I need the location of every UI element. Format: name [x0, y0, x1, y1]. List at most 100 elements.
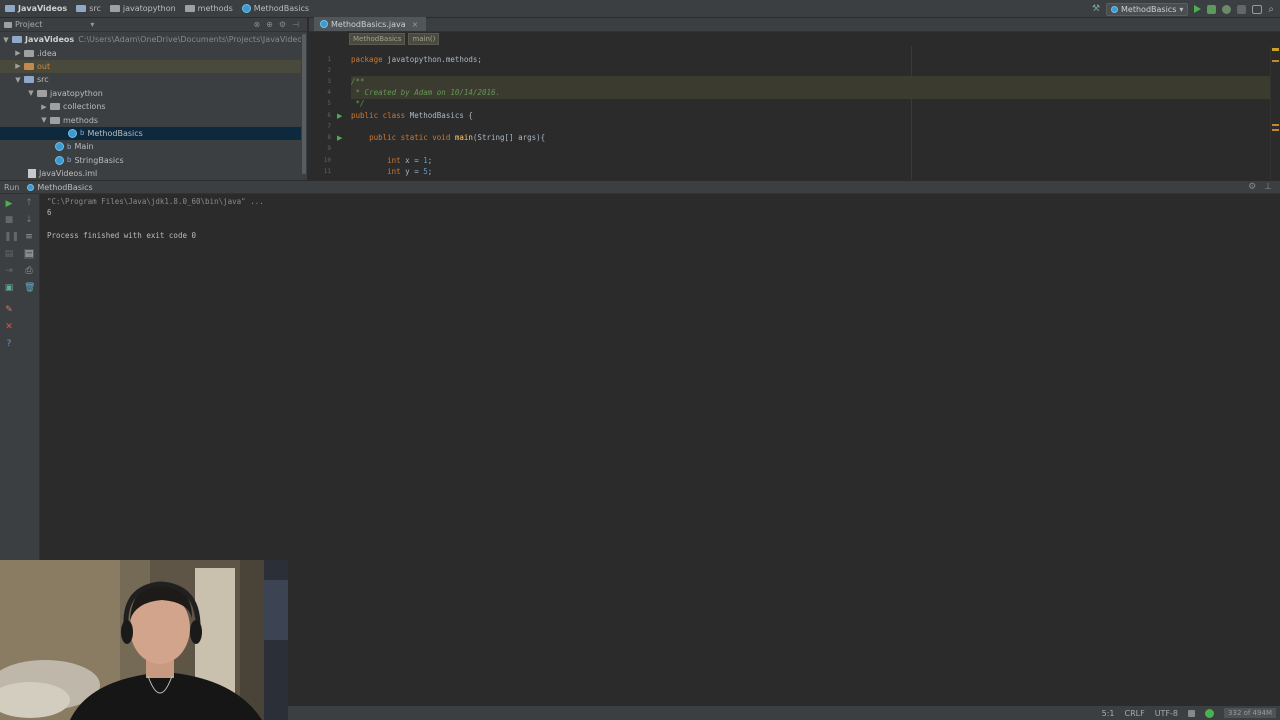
rerun-icon[interactable]: ▶ [4, 199, 14, 209]
layout-icon[interactable]: ▣ [4, 283, 14, 293]
breadcrumb-package[interactable]: javatopython [105, 0, 180, 18]
inspection-marker[interactable] [1272, 48, 1279, 51]
tab-methodbasics[interactable]: MethodBasics.java × [314, 17, 427, 31]
code-line[interactable]: 6 ▶ public class MethodBasics { [309, 110, 1270, 121]
search-icon[interactable]: ⌕ [1268, 4, 1274, 15]
breadcrumb-method[interactable]: main() [408, 33, 440, 45]
tree-item-out[interactable]: ▶ out [0, 59, 307, 74]
print-icon[interactable]: ⎙ [24, 266, 34, 276]
editor-scrollbar[interactable] [1270, 46, 1280, 180]
webcam-image [0, 560, 288, 720]
collapse-icon[interactable]: ⊕ [266, 20, 273, 29]
stop-icon[interactable] [1237, 4, 1247, 14]
pin-icon[interactable]: ✎ [4, 305, 14, 315]
project-structure-icon[interactable] [1252, 4, 1263, 14]
close-icon[interactable]: ✕ [4, 322, 14, 332]
memory-indicator[interactable]: 332 of 494M [1224, 708, 1276, 718]
folder-icon [76, 5, 87, 12]
run-tab[interactable]: MethodBasics [27, 183, 93, 192]
close-icon[interactable]: × [412, 20, 419, 29]
breadcrumb-src[interactable]: src [71, 0, 105, 18]
code-line[interactable]: 1 package javatopython.methods; [309, 54, 1270, 65]
caret-position[interactable]: 5:1 [1102, 709, 1115, 718]
code-line[interactable]: 10 int x = 1; [309, 155, 1270, 166]
run-configuration-select[interactable]: MethodBasics ▾ [1106, 2, 1189, 16]
tree-item-methods[interactable]: ▼ methods [0, 113, 307, 126]
code-line[interactable]: 9 [309, 143, 1270, 154]
chevron-down-icon: ▼ [41, 116, 47, 125]
tree-item-stringbasics[interactable]: b StringBasics [0, 154, 307, 167]
soft-wrap-icon[interactable]: ≡ [24, 232, 34, 242]
run-marker-icon: b [67, 142, 72, 151]
package-icon [109, 5, 120, 12]
excluded-folder-icon [24, 62, 34, 70]
chevron-down-icon: ▼ [3, 35, 9, 44]
code-line[interactable]: 5 */ [309, 98, 1270, 109]
project-view-icon [4, 21, 12, 28]
hector-icon[interactable] [1205, 708, 1215, 718]
code-line[interactable]: 4 * Created by Adam on 10/14/2016. [309, 87, 1270, 98]
lock-icon[interactable] [1188, 709, 1196, 717]
run-icon[interactable] [1194, 5, 1202, 13]
scroll-to-end-icon[interactable]: ▤ [24, 249, 34, 259]
console-exit-line: Process finished with exit code 0 [47, 231, 197, 240]
tree-item-iml[interactable]: JavaVideos.iml [0, 167, 307, 180]
clear-all-icon[interactable]: 🗑 [24, 283, 35, 293]
gear-icon[interactable]: ⚙ [279, 20, 286, 29]
tree-item-collections[interactable]: ▶ collections [0, 100, 307, 113]
down-arrow-icon[interactable]: ↓ [24, 215, 34, 225]
webcam-overlay [0, 560, 288, 720]
error-stripe-marker[interactable] [1272, 60, 1279, 62]
gear-icon[interactable]: ⚙ [1248, 182, 1256, 192]
tree-item-main[interactable]: b Main [0, 140, 307, 153]
tree-item-idea[interactable]: ▶ .idea [0, 46, 307, 59]
console-command-line: "C:\Program Files\Java\jdk1.8.0_60\bin\j… [47, 197, 264, 206]
breadcrumb-class[interactable]: MethodBasics [237, 0, 313, 18]
hide-icon[interactable]: ⊣ [292, 20, 299, 29]
error-stripe-marker[interactable] [1272, 129, 1279, 131]
error-stripe-marker[interactable] [1272, 124, 1279, 126]
breadcrumb-class[interactable]: MethodBasics [349, 33, 406, 45]
tree-item-javatopython[interactable]: ▼ javatopython [0, 87, 307, 100]
code-line[interactable]: 7 [309, 121, 1270, 132]
editor-tabs: MethodBasics.java × [309, 17, 1280, 32]
sync-icon[interactable]: ⊗ [253, 20, 260, 29]
pause-icon[interactable]: ❚❚ [4, 232, 19, 242]
project-panel: Project ▾ ⊗ ⊕ ⚙ ⊣ ▼ JavaVideos C:\Users\… [0, 18, 308, 180]
editor: MethodBasics.java × MethodBasics main() … [309, 17, 1280, 180]
help-icon[interactable]: ? [4, 339, 14, 349]
hide-icon[interactable]: ⊥ [1264, 182, 1272, 192]
debug-icon[interactable] [1207, 4, 1217, 14]
run-toolbar-vertical: ▶ ↑ ■ ↓ ❚❚ ≡ ▤ ▤ ⇥ ⎙ ▣ 🗑 ✎ ✕ ? [0, 194, 40, 560]
stop-icon[interactable]: ■ [4, 215, 14, 225]
dump-threads-icon[interactable]: ▤ [4, 249, 14, 259]
breadcrumb-methods[interactable]: methods [180, 0, 237, 18]
package-icon [50, 103, 60, 111]
tree-item-src[interactable]: ▼ src [0, 73, 307, 86]
project-scrollbar[interactable] [301, 32, 307, 180]
breadcrumb-project[interactable]: JavaVideos [0, 0, 71, 18]
scrollbar-thumb[interactable] [302, 34, 306, 174]
build-icon[interactable]: ⚒ [1092, 4, 1100, 14]
tree-item-root[interactable]: ▼ JavaVideos C:\Users\Adam\OneDrive\Docu… [0, 33, 307, 46]
exit-icon[interactable]: ⇥ [4, 266, 14, 276]
run-gutter-icon[interactable]: ▶ [337, 112, 351, 120]
line-separator[interactable]: CRLF [1125, 709, 1145, 718]
run-panel-header: Run MethodBasics ⚙ ⊥ [0, 180, 1280, 194]
run-marker-icon: b [80, 129, 85, 138]
tree-item-methodbasics[interactable]: b MethodBasics [0, 126, 307, 141]
code-line[interactable]: 2 [309, 65, 1270, 76]
code-line[interactable]: 11 int y = 5; [309, 166, 1270, 177]
code-line[interactable]: 3 /** [309, 76, 1270, 87]
folder-icon [24, 49, 34, 57]
chevron-down-icon[interactable]: ▾ [90, 20, 94, 29]
up-arrow-icon[interactable]: ↑ [24, 198, 34, 208]
coverage-icon[interactable] [1222, 4, 1232, 14]
chevron-down-icon: ▼ [15, 75, 21, 84]
file-encoding[interactable]: UTF-8 [1155, 709, 1178, 718]
code-line[interactable]: 8 ▶ public static void main(String[] arg… [309, 132, 1270, 143]
run-gutter-icon[interactable]: ▶ [337, 134, 351, 142]
navigation-bar: JavaVideos src javatopython methods Meth… [0, 0, 1280, 18]
class-icon [55, 142, 64, 152]
chevron-right-icon: ▶ [15, 49, 21, 58]
